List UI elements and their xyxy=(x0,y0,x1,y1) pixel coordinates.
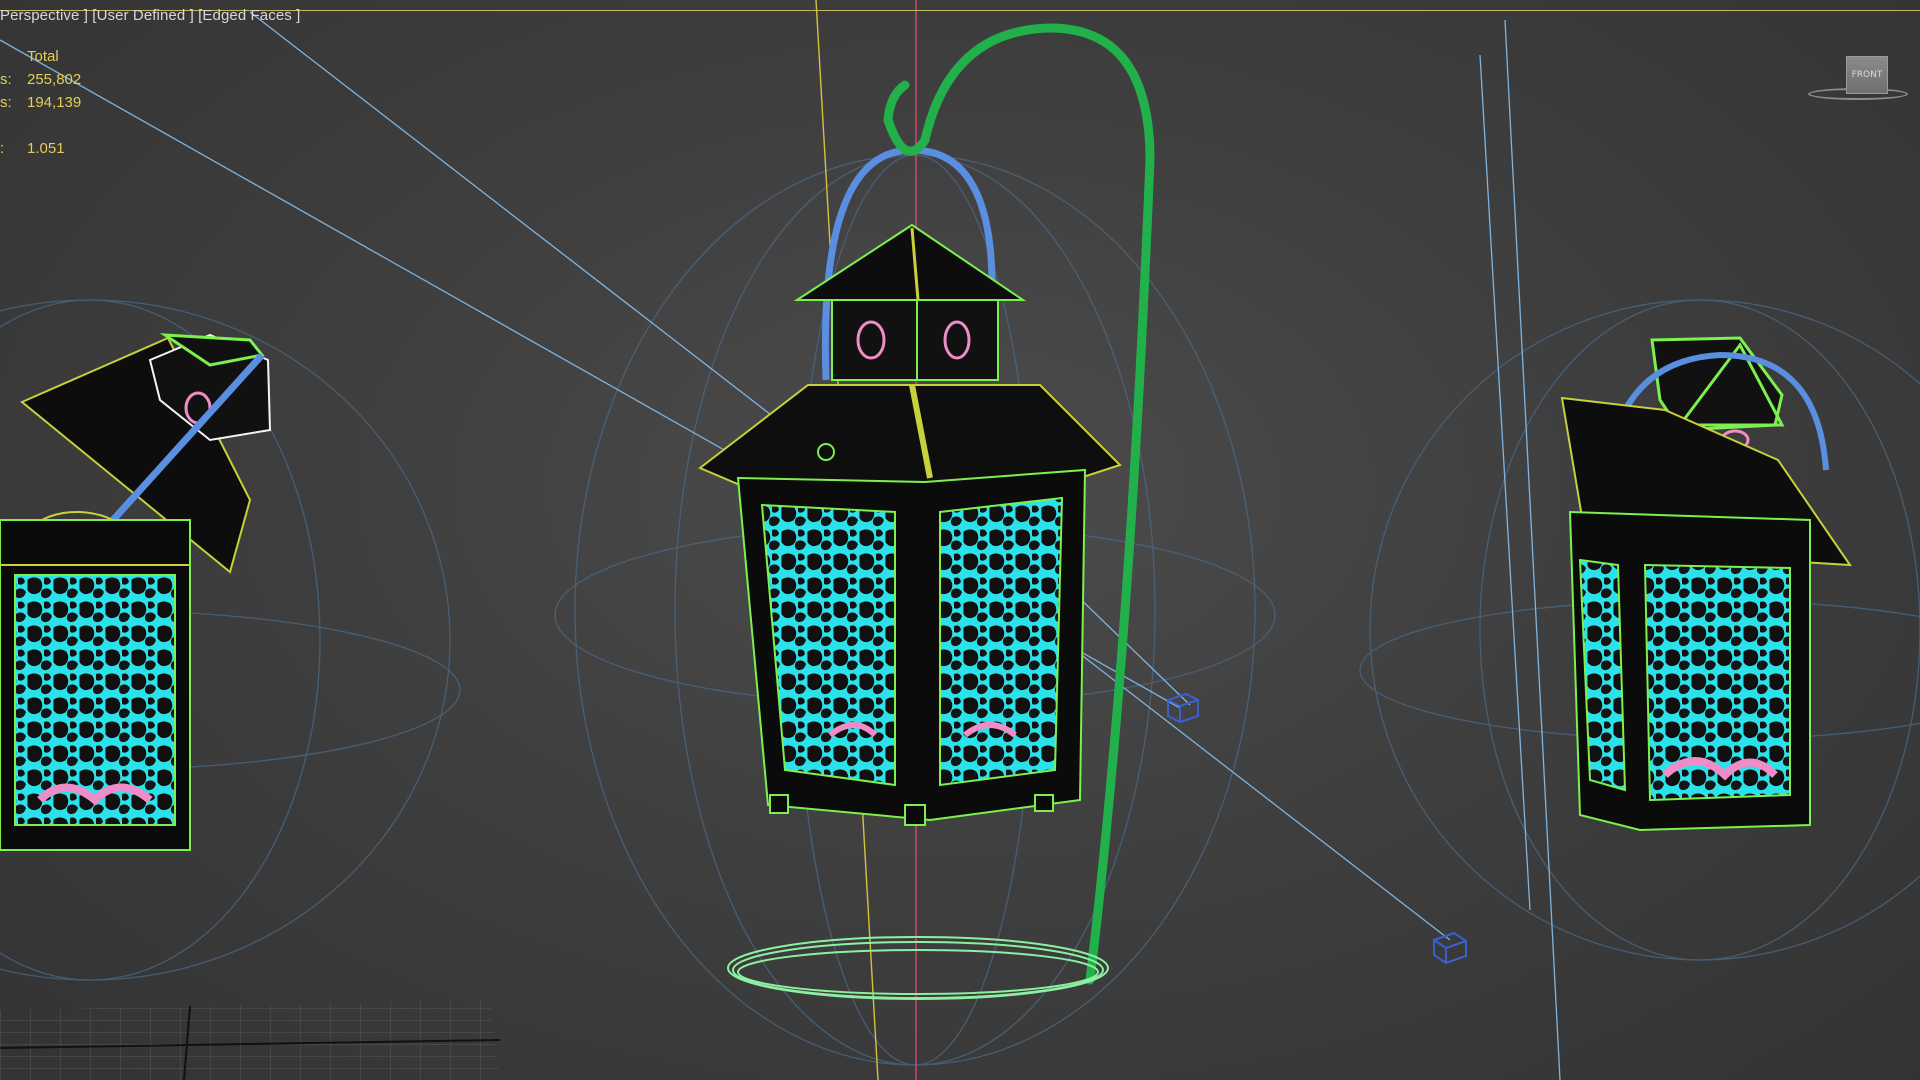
perspective-viewport[interactable]: Perspective ] [User Defined ] [Edged Fac… xyxy=(0,0,1920,1080)
viewcube-front-face[interactable]: FRONT xyxy=(1846,56,1888,94)
ground-grid xyxy=(0,1000,501,1080)
viewcube[interactable]: FRONT xyxy=(1806,52,1908,112)
lantern-center xyxy=(698,146,1122,826)
viewport-label: Perspective ] [User Defined ] [Edged Fac… xyxy=(0,7,300,24)
lantern-center-glass-right xyxy=(939,496,1064,787)
stats-verts-value: 194,139 xyxy=(27,94,82,111)
hook-base-ring xyxy=(727,936,1109,1000)
viewport-label-view[interactable]: Perspective ] xyxy=(0,7,88,24)
stats-verts-label: s: xyxy=(0,94,12,111)
stats-fps-label: : xyxy=(0,140,5,157)
stats-header: Total xyxy=(27,48,59,65)
stats-polys-label: s: xyxy=(0,71,12,88)
lantern-left-glass xyxy=(14,574,176,826)
lantern-center-glass-left xyxy=(760,503,896,787)
stats-fps-value: 1.051 xyxy=(27,140,65,157)
scene-render[interactable] xyxy=(0,0,1920,1080)
viewport-label-display[interactable]: [Edged Faces ] xyxy=(198,7,300,24)
lantern-left xyxy=(0,333,272,851)
stats-polys-value: 255,802 xyxy=(27,71,82,88)
lantern-right xyxy=(1560,336,1852,832)
viewport-label-shading[interactable]: [User Defined ] xyxy=(92,7,194,24)
